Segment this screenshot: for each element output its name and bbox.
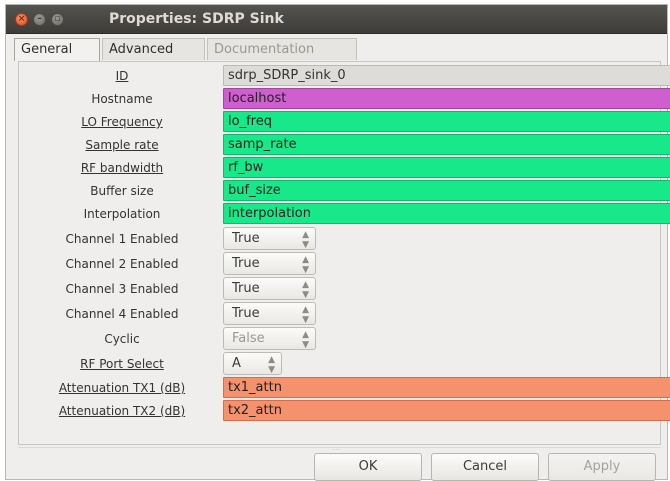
- param-field-sample-rate[interactable]: samp_rate: [223, 134, 670, 155]
- param-label-channel-4: Channel 4 Enabled: [65, 307, 179, 321]
- rf-port-select[interactable]: A ▲ ▼: [223, 352, 282, 375]
- rf-port-select-value: A: [232, 356, 241, 371]
- close-icon: ×: [17, 14, 26, 24]
- spin-arrows-icon: ▲ ▼: [302, 230, 309, 250]
- properties-dialog: × – ▫ Properties: SDRP Sink General Adva…: [5, 4, 670, 481]
- param-label-attenuation-tx2: Attenuation TX2 (dB): [58, 404, 186, 418]
- param-row-cyclic: Cyclic False ▲ ▼: [19, 327, 660, 350]
- param-field-id[interactable]: sdrp_SDRP_sink_0: [223, 65, 670, 86]
- param-label-lo-frequency: LO Frequency: [81, 115, 163, 129]
- param-field-hostname[interactable]: localhost: [223, 88, 670, 109]
- param-row-hostname: Hostname localhost: [19, 88, 670, 110]
- param-row-lo-frequency: LO Frequency lo_freq: [19, 111, 670, 133]
- param-label-rf-bandwidth: RF bandwidth: [80, 161, 164, 175]
- param-row-channel-2: Channel 2 Enabled True ▲ ▼: [19, 252, 660, 275]
- ok-button[interactable]: OK: [314, 453, 422, 481]
- tab-general[interactable]: General: [14, 38, 100, 61]
- param-label-hostname: Hostname: [91, 92, 153, 106]
- channel-3-select-value: True: [232, 281, 260, 296]
- param-label-attenuation-tx1: Attenuation TX1 (dB): [58, 381, 186, 395]
- close-window-button[interactable]: ×: [15, 13, 28, 26]
- param-row-rf-port-select: RF Port Select A ▲ ▼: [19, 352, 660, 375]
- cyclic-select[interactable]: False ▲ ▼: [223, 327, 316, 350]
- param-field-rf-bandwidth[interactable]: rf_bw: [223, 157, 670, 178]
- tab-advanced[interactable]: Advanced: [102, 38, 205, 60]
- param-field-buffer-size[interactable]: buf_size: [223, 180, 670, 201]
- channel-1-select[interactable]: True ▲ ▼: [223, 227, 316, 250]
- window-title: Properties: SDRP Sink: [109, 11, 284, 27]
- minimize-window-button[interactable]: –: [33, 13, 46, 26]
- channel-2-select[interactable]: True ▲ ▼: [223, 252, 316, 275]
- param-label-interpolation: Interpolation: [83, 207, 161, 221]
- apply-button[interactable]: Apply: [548, 453, 656, 481]
- tab-documentation[interactable]: Documentation: [207, 38, 357, 60]
- maximize-window-button[interactable]: ▫: [51, 13, 64, 26]
- cyclic-select-value: False: [232, 331, 265, 346]
- param-row-interpolation: Interpolation interpolation: [19, 203, 670, 225]
- param-label-sample-rate: Sample rate: [85, 138, 159, 152]
- param-label-channel-3: Channel 3 Enabled: [65, 282, 179, 296]
- minimize-icon: –: [37, 14, 42, 24]
- channel-4-select[interactable]: True ▲ ▼: [223, 302, 316, 325]
- general-panel: ID sdrp_SDRP_sink_0 Hostname localhost L…: [18, 61, 670, 445]
- param-row-channel-1: Channel 1 Enabled True ▲ ▼: [19, 227, 660, 250]
- param-row-sample-rate: Sample rate samp_rate: [19, 134, 670, 156]
- param-row-rf-bandwidth: RF bandwidth rf_bw: [19, 157, 670, 179]
- channel-4-select-value: True: [232, 306, 260, 321]
- param-label-cyclic: Cyclic: [104, 332, 140, 346]
- cancel-button[interactable]: Cancel: [431, 453, 539, 481]
- param-label-channel-1: Channel 1 Enabled: [65, 232, 179, 246]
- param-label-id: ID: [115, 69, 129, 83]
- param-label-rf-port-select: RF Port Select: [80, 357, 164, 371]
- spin-arrows-icon: ▲ ▼: [302, 330, 309, 350]
- param-field-attenuation-tx1[interactable]: tx1_attn: [223, 377, 670, 398]
- spin-arrows-icon: ▲ ▼: [302, 305, 309, 325]
- param-row-attenuation-tx1: Attenuation TX1 (dB) tx1_attn: [19, 377, 670, 399]
- title-bar: × – ▫ Properties: SDRP Sink: [6, 5, 667, 34]
- param-row-attenuation-tx2: Attenuation TX2 (dB) tx2_attn: [19, 400, 670, 422]
- spin-arrows-icon: ▲ ▼: [302, 280, 309, 300]
- param-row-buffer-size: Buffer size buf_size: [19, 180, 670, 202]
- channel-1-select-value: True: [232, 231, 260, 246]
- maximize-icon: ▫: [54, 14, 61, 24]
- param-row-channel-4: Channel 4 Enabled True ▲ ▼: [19, 302, 660, 325]
- spin-arrows-icon: ▲ ▼: [268, 355, 275, 375]
- channel-3-select[interactable]: True ▲ ▼: [223, 277, 316, 300]
- channel-2-select-value: True: [232, 256, 260, 271]
- spin-arrows-icon: ▲ ▼: [302, 255, 309, 275]
- param-label-channel-2: Channel 2 Enabled: [65, 257, 179, 271]
- param-field-lo-frequency[interactable]: lo_freq: [223, 111, 670, 132]
- param-row-id: ID sdrp_SDRP_sink_0: [19, 65, 670, 87]
- param-label-buffer-size: Buffer size: [90, 184, 154, 198]
- param-row-channel-3: Channel 3 Enabled True ▲ ▼: [19, 277, 660, 300]
- param-field-interpolation[interactable]: interpolation: [223, 203, 670, 224]
- param-field-attenuation-tx2[interactable]: tx2_attn: [223, 400, 670, 421]
